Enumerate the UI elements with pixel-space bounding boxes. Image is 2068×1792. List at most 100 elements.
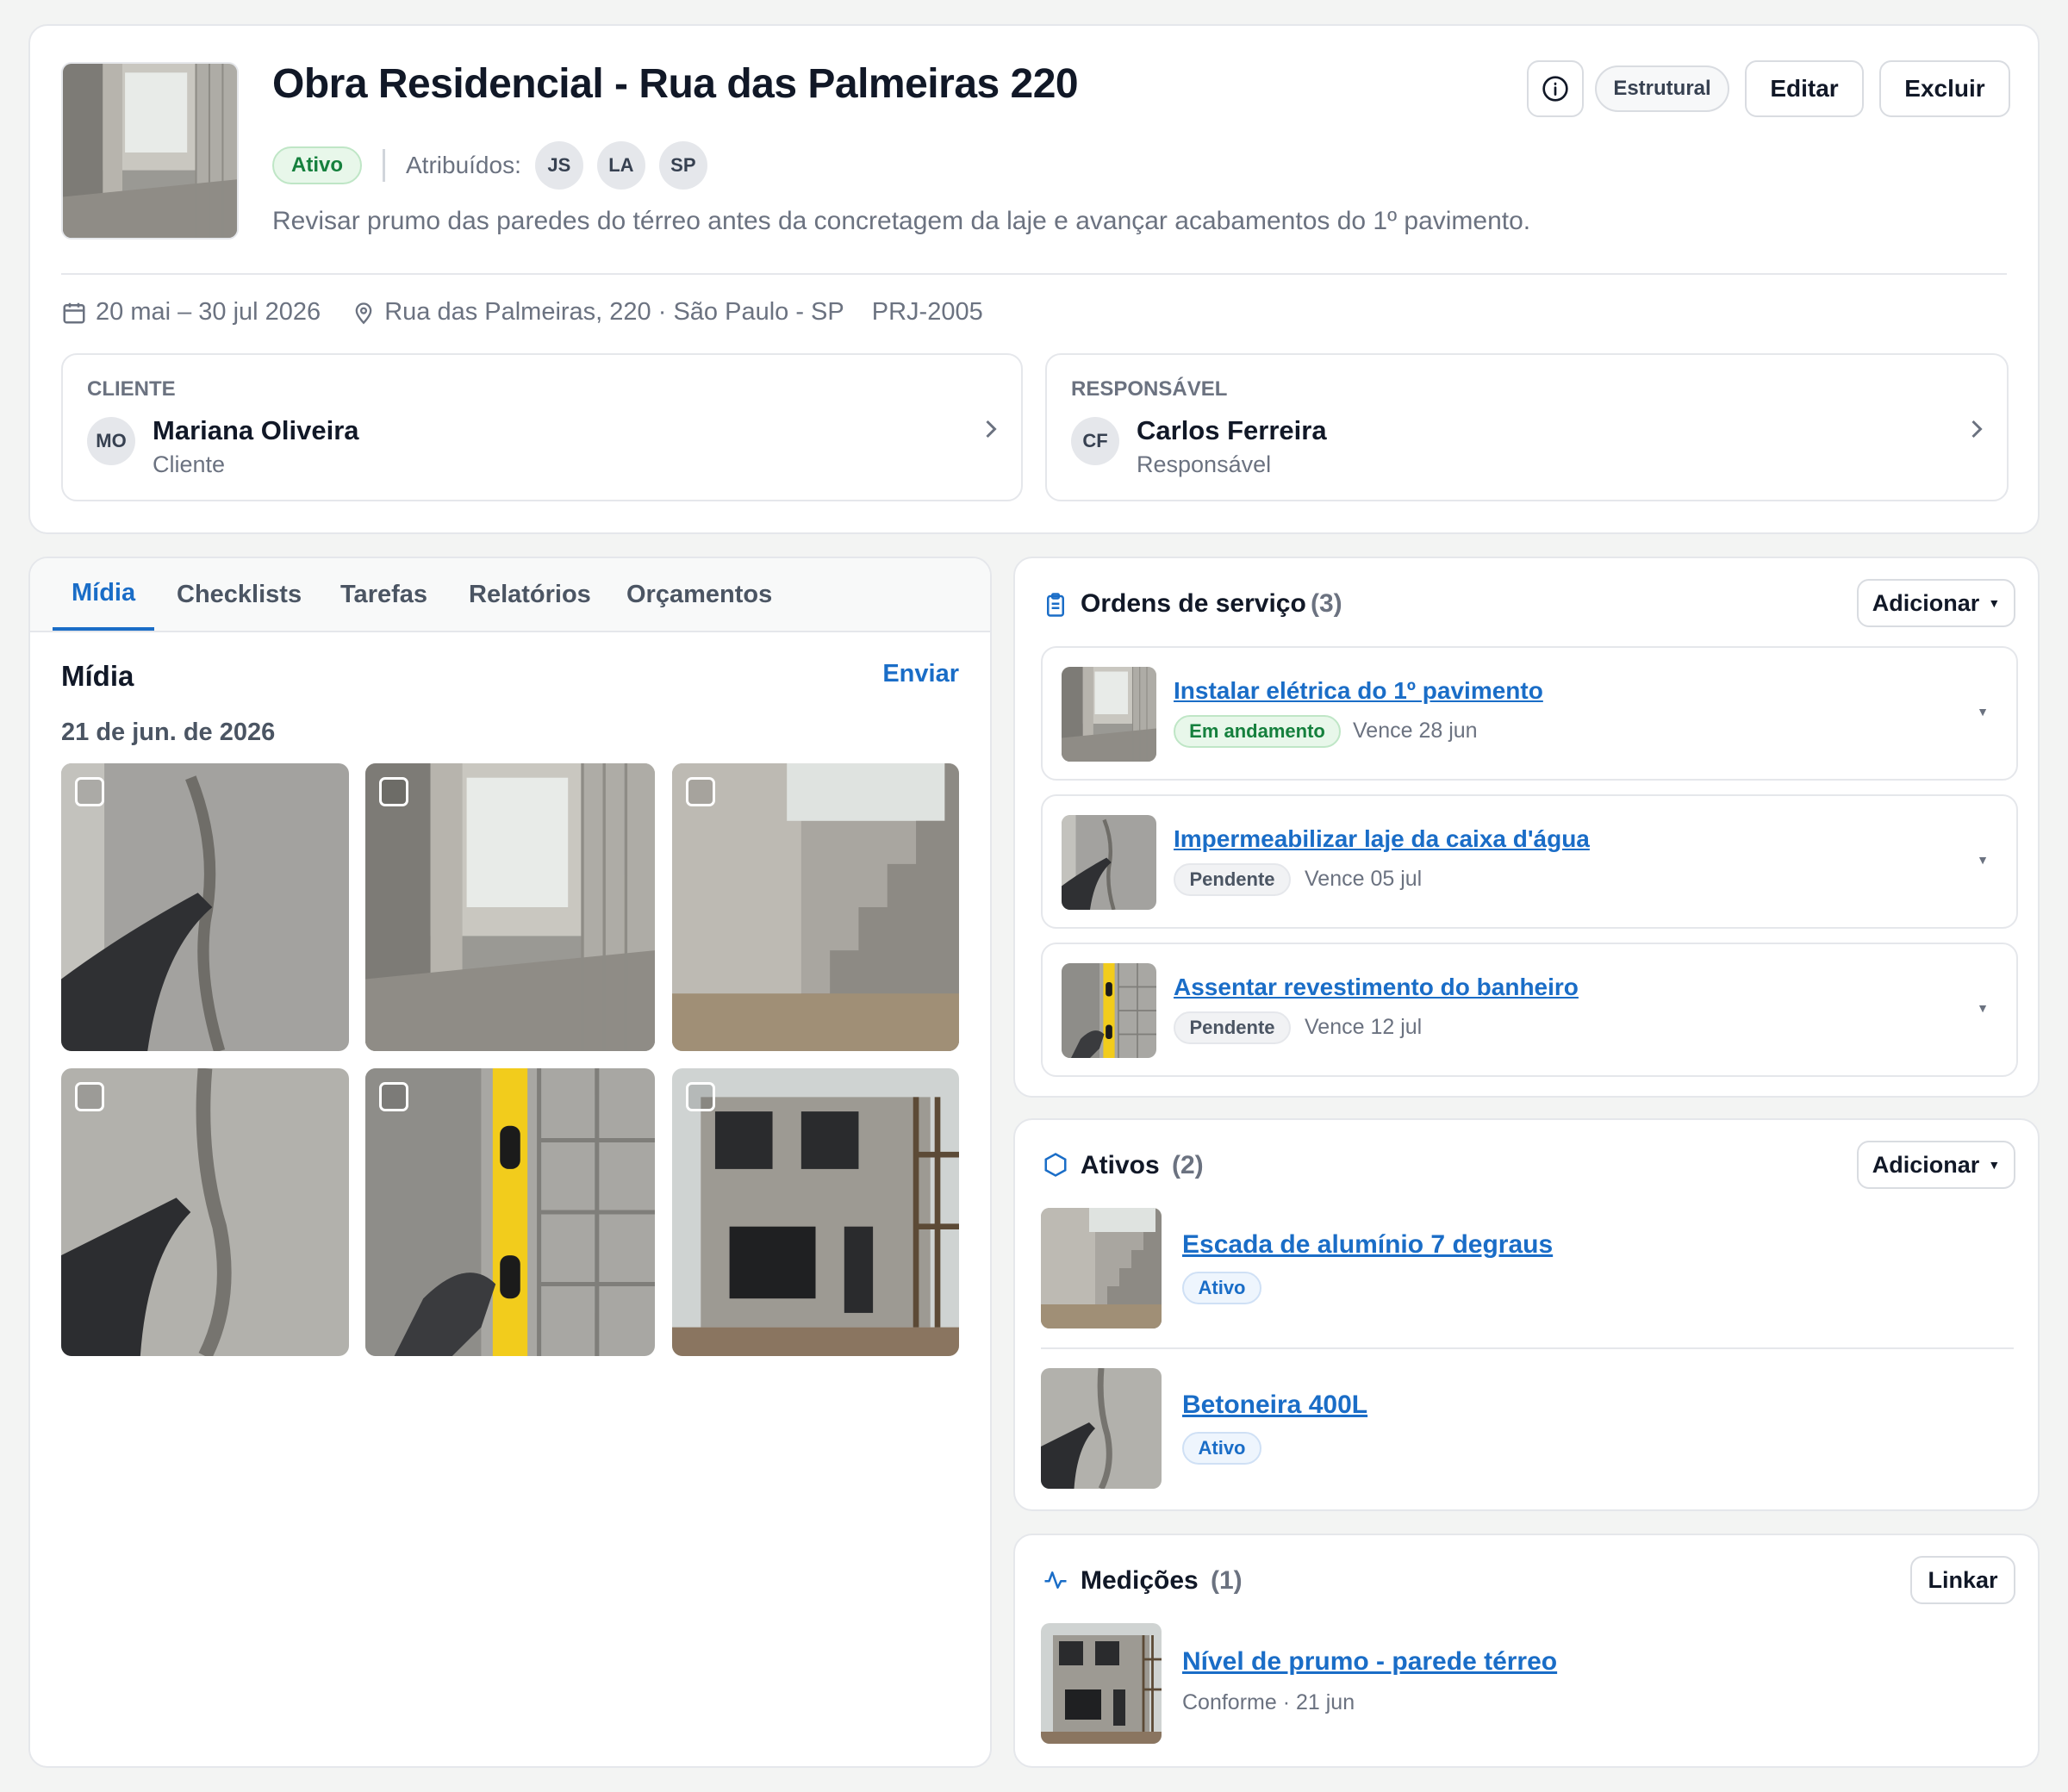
project-thumbnail[interactable] — [61, 62, 239, 240]
add-label: Adicionar — [1872, 1151, 1980, 1178]
status-badge: Ativo — [1182, 1432, 1261, 1465]
assets-count: (2) — [1172, 1151, 1204, 1179]
media-photo[interactable] — [672, 763, 959, 1051]
add-label: Adicionar — [1872, 589, 1980, 616]
project-title: Obra Residencial - Rua das Palmeiras 220 — [272, 61, 1079, 107]
add-asset-button[interactable]: Adicionar ▼ — [1857, 1141, 2015, 1189]
service-orders-panel: Ordens de serviço (3) Adicionar ▼ Instala… — [1013, 557, 2040, 1098]
edit-button[interactable]: Editar — [1745, 60, 1864, 117]
asset-thumbnail — [1041, 1368, 1162, 1489]
assets-panel: Ativos (2) Adicionar ▼ Escada de alumínio… — [1013, 1118, 2040, 1511]
caret-down-icon: ▼ — [1988, 596, 2001, 610]
info-icon — [1542, 76, 1568, 102]
add-service-order-button[interactable]: Adicionar ▼ — [1857, 579, 2015, 627]
measurements-panel: Medições (1) Linkar Nível de prumo - par… — [1013, 1534, 2040, 1768]
client-name: Mariana Oliveira — [153, 415, 359, 445]
select-checkbox[interactable] — [686, 777, 715, 806]
service-order-item[interactable]: Instalar elétrica do 1º pavimento Em and… — [1041, 646, 2018, 781]
assignee-avatar[interactable]: SP — [658, 141, 707, 190]
service-order-link[interactable]: Instalar elétrica do 1º pavimento — [1174, 677, 1543, 705]
client-avatar: MO — [87, 417, 135, 465]
project-address: Rua das Palmeiras, 220 · São Paulo - SP — [384, 298, 844, 326]
select-checkbox[interactable] — [379, 1082, 408, 1111]
manager-card[interactable]: RESPONSÁVEL CF Carlos Ferreira Responsáv… — [1045, 353, 2009, 501]
calendar-icon — [63, 302, 85, 323]
status-badge: Em andamento — [1174, 715, 1341, 748]
status-badge: Ativo — [272, 146, 362, 184]
client-heading: CLIENTE — [87, 377, 176, 401]
activity-icon — [1044, 1571, 1067, 1589]
caret-down-icon[interactable]: ▼ — [1977, 705, 1989, 719]
project-code: PRJ-2005 — [871, 298, 983, 326]
measurement-item[interactable]: Nível de prumo - parede térreo Conforme … — [1041, 1623, 2018, 1744]
caret-down-icon[interactable]: ▼ — [1977, 1001, 1989, 1015]
media-photo[interactable] — [61, 763, 349, 1051]
select-checkbox[interactable] — [75, 1082, 104, 1111]
tab-tasks[interactable]: Tarefas — [340, 558, 427, 631]
select-checkbox[interactable] — [686, 1082, 715, 1111]
project-description: Revisar prumo das paredes do térreo ante… — [272, 207, 1531, 235]
media-photo[interactable] — [61, 1068, 349, 1356]
service-orders-count: (3) — [1311, 589, 1342, 618]
measurement-link[interactable]: Nível de prumo - parede térreo — [1182, 1647, 1557, 1677]
service-order-link[interactable]: Assentar revestimento do banheiro — [1174, 974, 1579, 1001]
service-order-item[interactable]: Assentar revestimento do banheiro Penden… — [1041, 943, 2018, 1077]
manager-name: Carlos Ferreira — [1137, 415, 1327, 445]
status-badge: Ativo — [1182, 1272, 1261, 1304]
media-panel: Mídia Checklists Tarefas Relatórios Orça… — [28, 557, 992, 1768]
measurements-count: (1) — [1211, 1566, 1243, 1595]
media-title: Mídia — [61, 660, 134, 692]
media-date: 21 de jun. de 2026 — [61, 719, 276, 746]
service-order-item[interactable]: Impermeabilizar laje da caixa d'água Pen… — [1041, 794, 2018, 929]
hexagon-icon — [1044, 1153, 1067, 1177]
due-date: Vence 12 jul — [1305, 1015, 1423, 1039]
manager-role: Responsável — [1137, 451, 1272, 477]
separator — [61, 273, 2007, 275]
service-order-thumbnail — [1062, 667, 1156, 762]
tab-reports[interactable]: Relatórios — [469, 558, 591, 631]
info-button[interactable] — [1527, 60, 1584, 117]
client-card[interactable]: CLIENTE MO Mariana Oliveira Cliente — [61, 353, 1023, 501]
chevron-right-icon — [986, 420, 997, 439]
select-checkbox[interactable] — [75, 777, 104, 806]
chevron-right-icon — [1971, 420, 1983, 439]
delete-button[interactable]: Excluir — [1879, 60, 2010, 117]
asset-link[interactable]: Escada de alumínio 7 degraus — [1182, 1230, 1553, 1260]
link-measurement-button[interactable]: Linkar — [1910, 1556, 2015, 1604]
status-badge: Pendente — [1174, 863, 1291, 896]
due-date: Vence 28 jun — [1353, 719, 1478, 743]
send-button[interactable]: Enviar — [882, 660, 959, 688]
manager-heading: RESPONSÁVEL — [1071, 377, 1228, 401]
service-order-link[interactable]: Impermeabilizar laje da caixa d'água — [1174, 825, 1590, 853]
select-checkbox[interactable] — [379, 777, 408, 806]
caret-down-icon: ▼ — [1988, 1158, 2001, 1172]
asset-link[interactable]: Betoneira 400L — [1182, 1391, 1367, 1420]
caret-down-icon[interactable]: ▼ — [1977, 853, 1989, 867]
tab-checklists[interactable]: Checklists — [177, 558, 302, 631]
project-dates: 20 mai – 30 jul 2026 — [96, 298, 321, 326]
assignee-avatar[interactable]: JS — [534, 141, 583, 190]
asset-item[interactable]: Escada de alumínio 7 degraus Ativo — [1041, 1208, 2018, 1328]
tab-budgets[interactable]: Orçamentos — [626, 558, 772, 631]
service-order-thumbnail — [1062, 963, 1156, 1058]
assets-title: Ativos — [1081, 1151, 1160, 1179]
media-photo[interactable] — [365, 1068, 655, 1356]
divider — [383, 149, 385, 182]
separator — [1041, 1347, 2014, 1349]
tab-bar: Mídia Checklists Tarefas Relatórios Orça… — [30, 558, 990, 632]
category-badge[interactable]: Estrutural — [1595, 65, 1729, 112]
asset-item[interactable]: Betoneira 400L Ativo — [1041, 1368, 2018, 1489]
client-role: Cliente — [153, 451, 226, 477]
project-header: Obra Residencial - Rua das Palmeiras 220… — [28, 24, 2040, 534]
measurements-title: Medições — [1081, 1566, 1199, 1595]
service-order-thumbnail — [1062, 815, 1156, 910]
media-photo[interactable] — [672, 1068, 959, 1356]
status-badge: Pendente — [1174, 1011, 1291, 1044]
assigned-label: Atribuídos: — [406, 152, 521, 178]
measurement-meta: Conforme · 21 jun — [1182, 1690, 1355, 1714]
tab-media[interactable]: Mídia — [53, 558, 155, 631]
due-date: Vence 05 jul — [1305, 867, 1423, 891]
media-photo[interactable] — [365, 763, 655, 1051]
location-pin-icon — [355, 302, 372, 324]
assignee-avatar[interactable]: LA — [596, 141, 645, 190]
